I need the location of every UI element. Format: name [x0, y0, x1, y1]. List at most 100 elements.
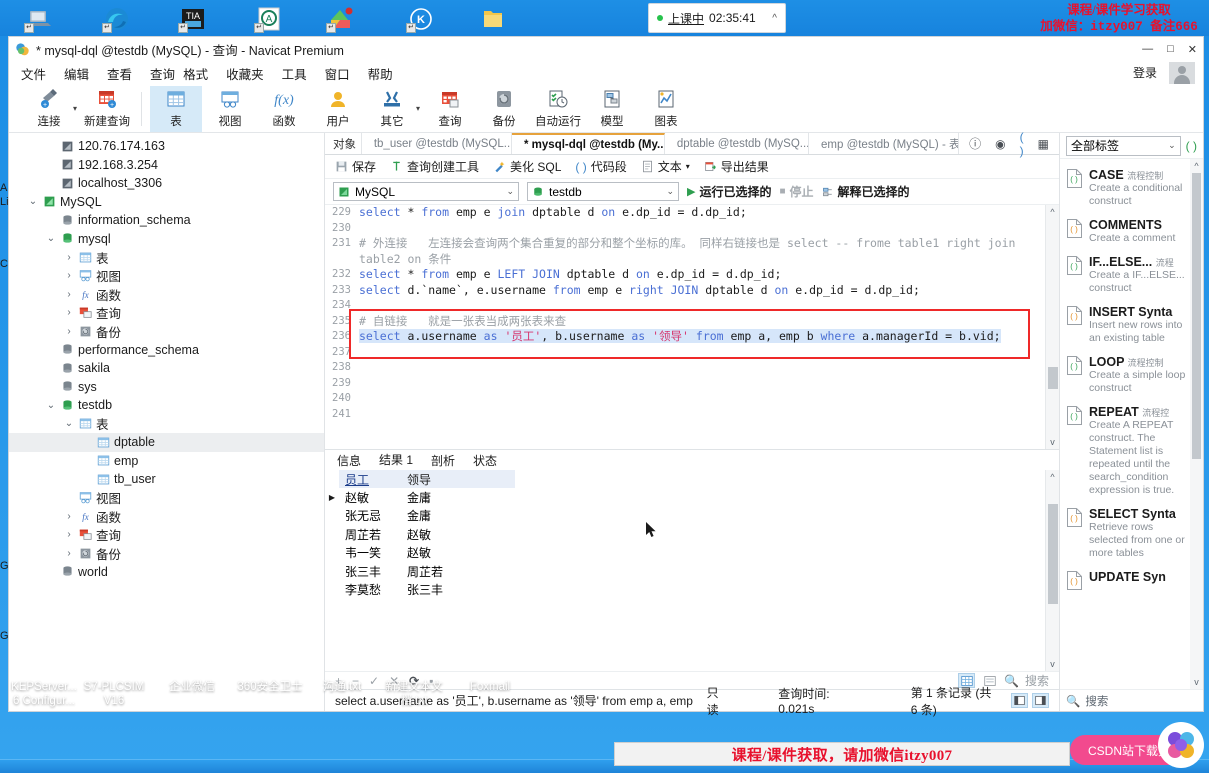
- editor-line[interactable]: 229 select * from emp e join dptable d on…: [325, 205, 1045, 221]
- tree-twisty-icon[interactable]: ⌄: [27, 196, 39, 207]
- menu-item-tools[interactable]: 工具: [282, 64, 307, 83]
- snippet-item[interactable]: ( ) CASE 流程控制 Create a conditional constru…: [1060, 163, 1203, 213]
- tree-twisty-icon[interactable]: ⌄: [63, 418, 75, 429]
- chevron-down-icon[interactable]: ⌄: [666, 186, 674, 197]
- chevron-down-icon[interactable]: ⌄: [1168, 140, 1176, 151]
- editor-line[interactable]: 232 select * from emp e LEFT JOIN dptable…: [325, 267, 1045, 283]
- cell-employee[interactable]: 赵敏: [339, 489, 401, 506]
- editor-line[interactable]: 231 # 外连接 左连接会查询两个集合重复的部分和整个坐标的库。 同样右链接也是…: [325, 236, 1045, 267]
- tree-twisty-icon[interactable]: ›: [63, 307, 75, 318]
- scroll-up-icon[interactable]: ^: [1190, 159, 1203, 173]
- edge-icon[interactable]: ↵: [102, 6, 130, 33]
- code-icon[interactable]: ( ): [1020, 130, 1024, 158]
- toolbar-button-chart[interactable]: 图表: [640, 86, 692, 132]
- tree-item-MySQL[interactable]: ⌄ MySQL: [9, 193, 324, 212]
- table-row[interactable]: 张三丰 周芷若: [325, 562, 1045, 581]
- tree-item-[interactable]: › fx 函数: [9, 285, 324, 304]
- table-row[interactable]: ▶ 赵敏 金庸: [325, 488, 1045, 507]
- tree-item-[interactable]: › 视图: [9, 267, 324, 286]
- cell-leader[interactable]: 张三丰: [401, 581, 467, 598]
- eye-icon[interactable]: ◉: [995, 137, 1005, 151]
- app-blob-logo-icon[interactable]: [1158, 722, 1204, 768]
- snippets-search[interactable]: 🔍 搜索: [1060, 689, 1203, 711]
- column-header-employee[interactable]: 员工: [339, 470, 401, 488]
- editor-line[interactable]: 240: [325, 391, 1045, 407]
- snippets-filter-select[interactable]: 全部标签 ⌄: [1066, 135, 1181, 156]
- snippet-item[interactable]: ( ) SELECT Synta Retrieve rows selected fr…: [1060, 502, 1203, 565]
- left-pane-icon[interactable]: [1011, 693, 1028, 708]
- tree-item-tb_user[interactable]: tb_user: [9, 470, 324, 489]
- export-result-button[interactable]: 导出结果: [704, 158, 769, 175]
- tree-item-[interactable]: › 备份: [9, 322, 324, 341]
- tab-emp[interactable]: emp @testdb (MySQL) - 表: [809, 133, 960, 154]
- avatar[interactable]: [1169, 62, 1195, 84]
- snippet-item[interactable]: ( ) REPEAT 流程控 Create A REPEAT construct. …: [1060, 400, 1203, 502]
- toolbar-button-connection[interactable]: + 连接: [23, 86, 75, 132]
- tree-item-testdb[interactable]: ⌄ testdb: [9, 396, 324, 415]
- toolbar-button-function[interactable]: f(x) 函数: [258, 86, 310, 132]
- column-header-leader[interactable]: 领导: [401, 470, 467, 488]
- text-button[interactable]: 文本 ▾: [641, 158, 690, 175]
- desktop-icon[interactable]: S7-PLCSIM V16: [72, 680, 156, 708]
- tree-item-world[interactable]: world: [9, 563, 324, 582]
- grid-search-label[interactable]: 搜索: [1025, 672, 1049, 689]
- search-icon[interactable]: 🔍: [1004, 674, 1019, 688]
- scrollbar-thumb[interactable]: [1192, 173, 1201, 459]
- scrollbar-thumb[interactable]: [1048, 504, 1058, 604]
- tree-item-emp[interactable]: emp: [9, 452, 324, 471]
- tree-item-sakila[interactable]: sakila: [9, 359, 324, 378]
- tree-twisty-icon[interactable]: ›: [63, 289, 75, 300]
- tree-twisty-icon[interactable]: ›: [63, 252, 75, 263]
- toolbar-button-table[interactable]: 表: [150, 85, 203, 132]
- table-row[interactable]: 周芷若 赵敏: [325, 525, 1045, 544]
- tree-item-[interactable]: › fx 函数: [9, 507, 324, 526]
- cell-leader[interactable]: 金庸: [401, 507, 467, 524]
- beautify-sql-button[interactable]: 美化 SQL: [493, 158, 561, 175]
- tree-twisty-icon[interactable]: ⌄: [45, 233, 57, 244]
- editor-line[interactable]: 239: [325, 376, 1045, 392]
- toolbar-button-view[interactable]: 视图: [204, 86, 256, 132]
- tree-item-[interactable]: › 表: [9, 248, 324, 267]
- editor-line[interactable]: 238: [325, 360, 1045, 376]
- tree-item-[interactable]: 视图: [9, 489, 324, 508]
- result-grid[interactable]: 员工 领导 ▶ 赵敏 金庸 张无忌 金庸 周芷若 赵敏 韦一笑 赵敏 张三丰 周芷若 李莫愁 张三丰: [325, 470, 1045, 671]
- tab-result-1[interactable]: 结果 1: [379, 451, 414, 470]
- toolbar-button-model[interactable]: 模型: [586, 86, 638, 132]
- snippet-button[interactable]: ( ) 代码段: [575, 158, 626, 175]
- editor-line[interactable]: 237: [325, 345, 1045, 361]
- toolbar-button-backup[interactable]: 备份: [478, 86, 530, 132]
- add-snippet-icon[interactable]: ( ): [1186, 139, 1197, 153]
- menu-item-file[interactable]: 文件: [21, 64, 46, 83]
- menu-item-view[interactable]: 查看: [107, 64, 132, 83]
- snippets-list[interactable]: ( ) CASE 流程控制 Create a conditional constru…: [1060, 159, 1203, 689]
- tab-tb_user[interactable]: tb_user @testdb (MySQL...: [362, 133, 513, 154]
- tia-portal-icon[interactable]: TIA ↵: [178, 6, 206, 33]
- line-code[interactable]: # 外连接 左连接会查询两个集合重复的部分和整个坐标的库。 同样右链接也是 se…: [359, 236, 1045, 267]
- table-row[interactable]: 张无忌 金庸: [325, 507, 1045, 526]
- folder-icon[interactable]: [480, 6, 506, 32]
- scroll-down-icon[interactable]: v: [1046, 435, 1059, 449]
- tree-item-mysql[interactable]: ⌄ mysql: [9, 230, 324, 249]
- line-code[interactable]: # 自链接 就是一张表当成两张表来查: [359, 314, 566, 330]
- line-code[interactable]: select * from emp e join dptable d on e.…: [359, 205, 747, 221]
- tree-item-[interactable]: ⌄ 表: [9, 415, 324, 434]
- editor-line[interactable]: 233 select d.`name`, e.username from emp …: [325, 283, 1045, 299]
- tab-status[interactable]: 状态: [473, 452, 497, 469]
- sql-editor[interactable]: 229 select * from emp e join dptable d on…: [325, 205, 1045, 449]
- menu-item-format[interactable]: 格式: [183, 64, 208, 83]
- cell-leader[interactable]: 赵敏: [401, 544, 467, 561]
- snippet-item[interactable]: ( ) UPDATE Syn: [1060, 565, 1203, 596]
- tab-profile[interactable]: 剖析: [431, 452, 455, 469]
- tree-twisty-icon[interactable]: ›: [63, 511, 75, 522]
- desktop-icon[interactable]: Foxmail: [448, 680, 532, 694]
- snippet-item[interactable]: ( ) COMMENTS Create a comment: [1060, 213, 1203, 250]
- snippet-item[interactable]: ( ) IF...ELSE... 流程 Create a IF...ELSE... …: [1060, 250, 1203, 300]
- menu-item-edit[interactable]: 编辑: [64, 64, 89, 83]
- cell-employee[interactable]: 周芷若: [339, 526, 401, 543]
- cell-employee[interactable]: 李莫愁: [339, 581, 401, 598]
- editor-line[interactable]: 241: [325, 407, 1045, 423]
- line-code[interactable]: select a.username as '员工', b.username as…: [359, 329, 1001, 345]
- menu-item-help[interactable]: 帮助: [368, 64, 393, 83]
- tree-twisty-icon[interactable]: ›: [63, 270, 75, 281]
- save-button[interactable]: 保存: [335, 158, 376, 175]
